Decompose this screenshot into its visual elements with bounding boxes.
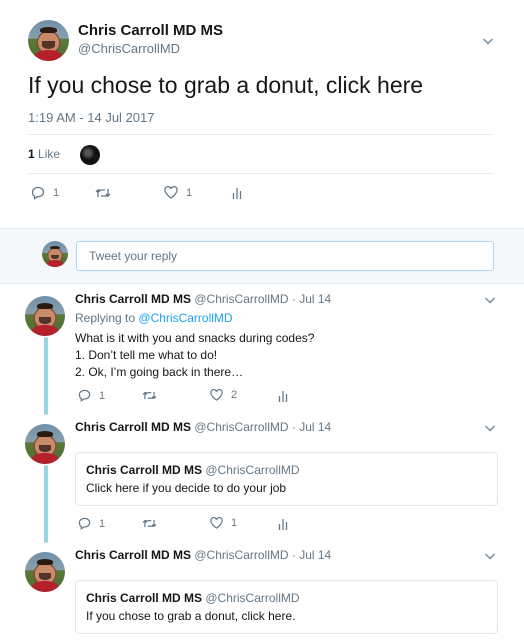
display-name[interactable]: Chris Carroll MD MS xyxy=(75,420,191,434)
display-name[interactable]: Chris Carroll MD MS xyxy=(75,548,191,562)
heart-icon xyxy=(210,517,223,529)
like-count-number: 1 xyxy=(28,147,35,161)
display-name[interactable]: Chris Carroll MD MS xyxy=(78,22,223,39)
retweet-icon xyxy=(142,391,157,400)
reply-icon xyxy=(31,186,45,200)
analytics-button[interactable] xyxy=(278,390,288,402)
avatar[interactable] xyxy=(25,552,65,592)
heart-icon xyxy=(164,186,178,199)
divider xyxy=(28,173,494,174)
handle[interactable]: @ChrisCarrollMD xyxy=(78,41,180,56)
tweet-header: Chris Carroll MD MS @ChrisCarrollMD · Ju… xyxy=(75,292,331,306)
analytics-button[interactable] xyxy=(278,518,288,530)
reply-count: 1 xyxy=(99,517,106,530)
like-button[interactable]: 1 xyxy=(164,186,192,199)
liker-avatar[interactable] xyxy=(80,145,100,165)
quoted-tweet[interactable]: Chris Carroll MD MS @ChrisCarrollMD If y… xyxy=(75,580,498,634)
handle-date[interactable]: @ChrisCarrollMD · Jul 14 xyxy=(194,292,331,306)
analytics-icon xyxy=(232,188,242,199)
reply-composer xyxy=(0,228,524,284)
reply-button[interactable]: 1 xyxy=(78,517,105,530)
like-count: 1 xyxy=(231,517,238,529)
reply-tweet[interactable]: Chris Carroll MD MS @ChrisCarrollMD · Ju… xyxy=(0,284,524,412)
chevron-down-icon[interactable] xyxy=(484,422,496,434)
analytics-button[interactable] xyxy=(232,187,242,199)
quoted-tweet[interactable]: Chris Carroll MD MS @ChrisCarrollMD Clic… xyxy=(75,452,498,506)
retweet-icon xyxy=(95,189,111,197)
retweet-icon xyxy=(142,519,157,528)
tweet-line: 2. Ok, I’m going back in there… xyxy=(75,365,244,379)
chevron-down-icon[interactable] xyxy=(484,550,496,562)
display-name[interactable]: Chris Carroll MD MS xyxy=(75,292,191,306)
like-button[interactable]: 2 xyxy=(210,389,237,401)
replying-to-link[interactable]: @ChrisCarrollMD xyxy=(138,311,232,325)
reply-icon xyxy=(78,517,91,530)
reply-count: 1 xyxy=(53,187,60,199)
quoted-handle: @ChrisCarrollMD xyxy=(205,591,300,605)
chevron-down-icon[interactable] xyxy=(484,294,496,306)
reply-input[interactable] xyxy=(76,241,494,271)
reply-tweet[interactable]: Chris Carroll MD MS @ChrisCarrollMD · Ju… xyxy=(0,412,524,540)
reply-button[interactable]: 1 xyxy=(78,389,105,402)
timestamp[interactable]: 1:19 AM - 14 Jul 2017 xyxy=(28,110,154,125)
quoted-header: Chris Carroll MD MS @ChrisCarrollMD xyxy=(86,591,300,605)
quoted-text: If you chose to grab a donut, click here… xyxy=(86,609,296,623)
like-count[interactable]: 1 Like xyxy=(28,147,60,161)
handle-date[interactable]: @ChrisCarrollMD · Jul 14 xyxy=(194,548,331,562)
avatar[interactable] xyxy=(25,296,65,336)
replying-prefix: Replying to xyxy=(75,311,136,325)
quoted-display-name: Chris Carroll MD MS xyxy=(86,591,203,605)
main-tweet: Chris Carroll MD MS @ChrisCarrollMD If y… xyxy=(0,0,524,228)
like-count-label: Like xyxy=(38,147,61,161)
replying-to: Replying to @ChrisCarrollMD xyxy=(75,311,233,325)
quoted-display-name: Chris Carroll MD MS xyxy=(86,463,203,477)
heart-icon xyxy=(210,389,223,401)
tweet-line: 1. Don’t tell me what to do! xyxy=(75,348,218,362)
reply-tweet[interactable]: Chris Carroll MD MS @ChrisCarrollMD · Ju… xyxy=(0,540,524,641)
quoted-handle: @ChrisCarrollMD xyxy=(205,463,300,477)
tweet-text: What is it with you and snacks during co… xyxy=(75,330,314,381)
like-count: 1 xyxy=(186,186,193,199)
tweet-header: Chris Carroll MD MS @ChrisCarrollMD · Ju… xyxy=(75,420,331,434)
like-count: 2 xyxy=(231,389,238,401)
retweet-button[interactable] xyxy=(142,518,157,529)
avatar[interactable] xyxy=(25,424,65,464)
analytics-icon xyxy=(278,391,288,402)
quoted-header: Chris Carroll MD MS @ChrisCarrollMD xyxy=(86,463,300,477)
reply-button[interactable]: 1 xyxy=(31,186,59,200)
quoted-text: Click here if you decide to do your job xyxy=(86,481,287,495)
retweet-button[interactable] xyxy=(142,390,157,401)
handle-date[interactable]: @ChrisCarrollMD · Jul 14 xyxy=(194,420,331,434)
analytics-icon xyxy=(278,519,288,530)
tweet-text: If you chose to grab a donut, click here xyxy=(28,72,424,98)
tweet-line: What is it with you and snacks during co… xyxy=(75,331,315,345)
avatar[interactable] xyxy=(28,20,69,61)
divider xyxy=(28,134,494,135)
reply-count: 1 xyxy=(99,389,106,402)
avatar[interactable] xyxy=(42,241,68,267)
reply-icon xyxy=(78,389,91,402)
tweet-header: Chris Carroll MD MS @ChrisCarrollMD · Ju… xyxy=(75,548,331,562)
chevron-down-icon[interactable] xyxy=(482,35,494,47)
retweet-button[interactable] xyxy=(95,187,111,199)
like-button[interactable]: 1 xyxy=(210,517,237,529)
